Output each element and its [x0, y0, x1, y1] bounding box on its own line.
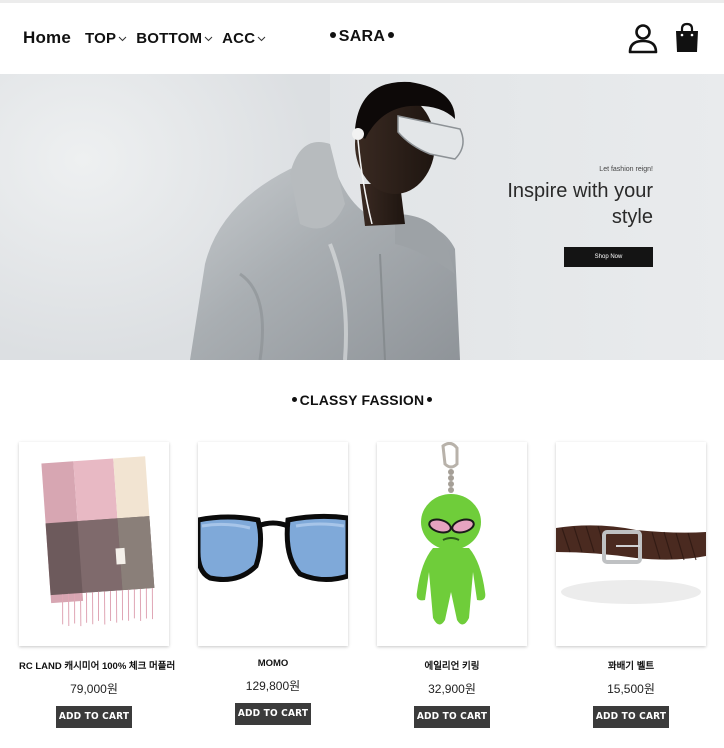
add-to-cart-button[interactable]: ADD TO CART — [56, 706, 132, 728]
add-to-cart-button[interactable]: ADD TO CART — [414, 706, 490, 728]
brand-name: SARA — [338, 28, 386, 45]
product-name[interactable]: RC LAND 캐시미어 100% 체크 머플러 — [19, 658, 175, 672]
product-price: 15,500원 — [607, 682, 655, 696]
product-image[interactable] — [556, 442, 706, 646]
product-card[interactable]: RC LAND 캐시미어 100% 체크 머플러 79,000원 ADD TO … — [19, 442, 175, 728]
hero-title-line1: Inspire with your — [507, 180, 653, 202]
top-divider — [0, 0, 724, 3]
product-card[interactable]: MOMO 129,800원 ADD TO CART — [198, 442, 348, 725]
section-title: CLASSY FASSION — [0, 392, 724, 408]
section-title-text: CLASSY FASSION — [299, 392, 425, 408]
scarf-image — [41, 456, 155, 627]
bullet-dot — [388, 32, 395, 39]
product-card[interactable]: 에일리언 키링 32,900원 ADD TO CART — [377, 442, 527, 728]
braided-belt-image — [556, 525, 706, 604]
bullet-dot — [329, 32, 336, 39]
shop-now-button[interactable]: Shop Now — [564, 247, 653, 267]
site-header: Home TOP BOTTOM ACC SARA — [0, 0, 724, 74]
hero-title: Inspire with your style — [393, 178, 653, 230]
add-to-cart-button[interactable]: ADD TO CART — [593, 706, 669, 728]
bullet-dot — [291, 397, 297, 403]
sunglasses-image — [198, 513, 348, 582]
shopping-bag-icon[interactable] — [674, 22, 700, 54]
product-price: 32,900원 — [428, 682, 476, 696]
product-name[interactable]: 꽈배기 벨트 — [556, 658, 706, 672]
product-image[interactable] — [19, 442, 169, 646]
hero-banner: Let fashion reign! Inspire with your sty… — [0, 74, 724, 360]
user-icon[interactable] — [627, 22, 659, 54]
brand-logo[interactable]: SARA — [0, 28, 724, 46]
product-name[interactable]: MOMO — [198, 658, 348, 669]
product-name[interactable]: 에일리언 키링 — [377, 658, 527, 672]
product-price: 79,000원 — [70, 682, 118, 696]
bullet-dot — [427, 397, 433, 403]
alien-keyring-image — [416, 442, 486, 625]
product-image[interactable] — [198, 442, 348, 646]
product-image[interactable] — [377, 442, 527, 646]
hero-eyebrow-text: Let fashion reign! — [599, 166, 653, 173]
hero-title-line2: style — [611, 206, 653, 228]
product-card[interactable]: 꽈배기 벨트 15,500원 ADD TO CART — [556, 442, 706, 728]
add-to-cart-button[interactable]: ADD TO CART — [235, 703, 311, 725]
product-price: 129,800원 — [245, 679, 301, 693]
